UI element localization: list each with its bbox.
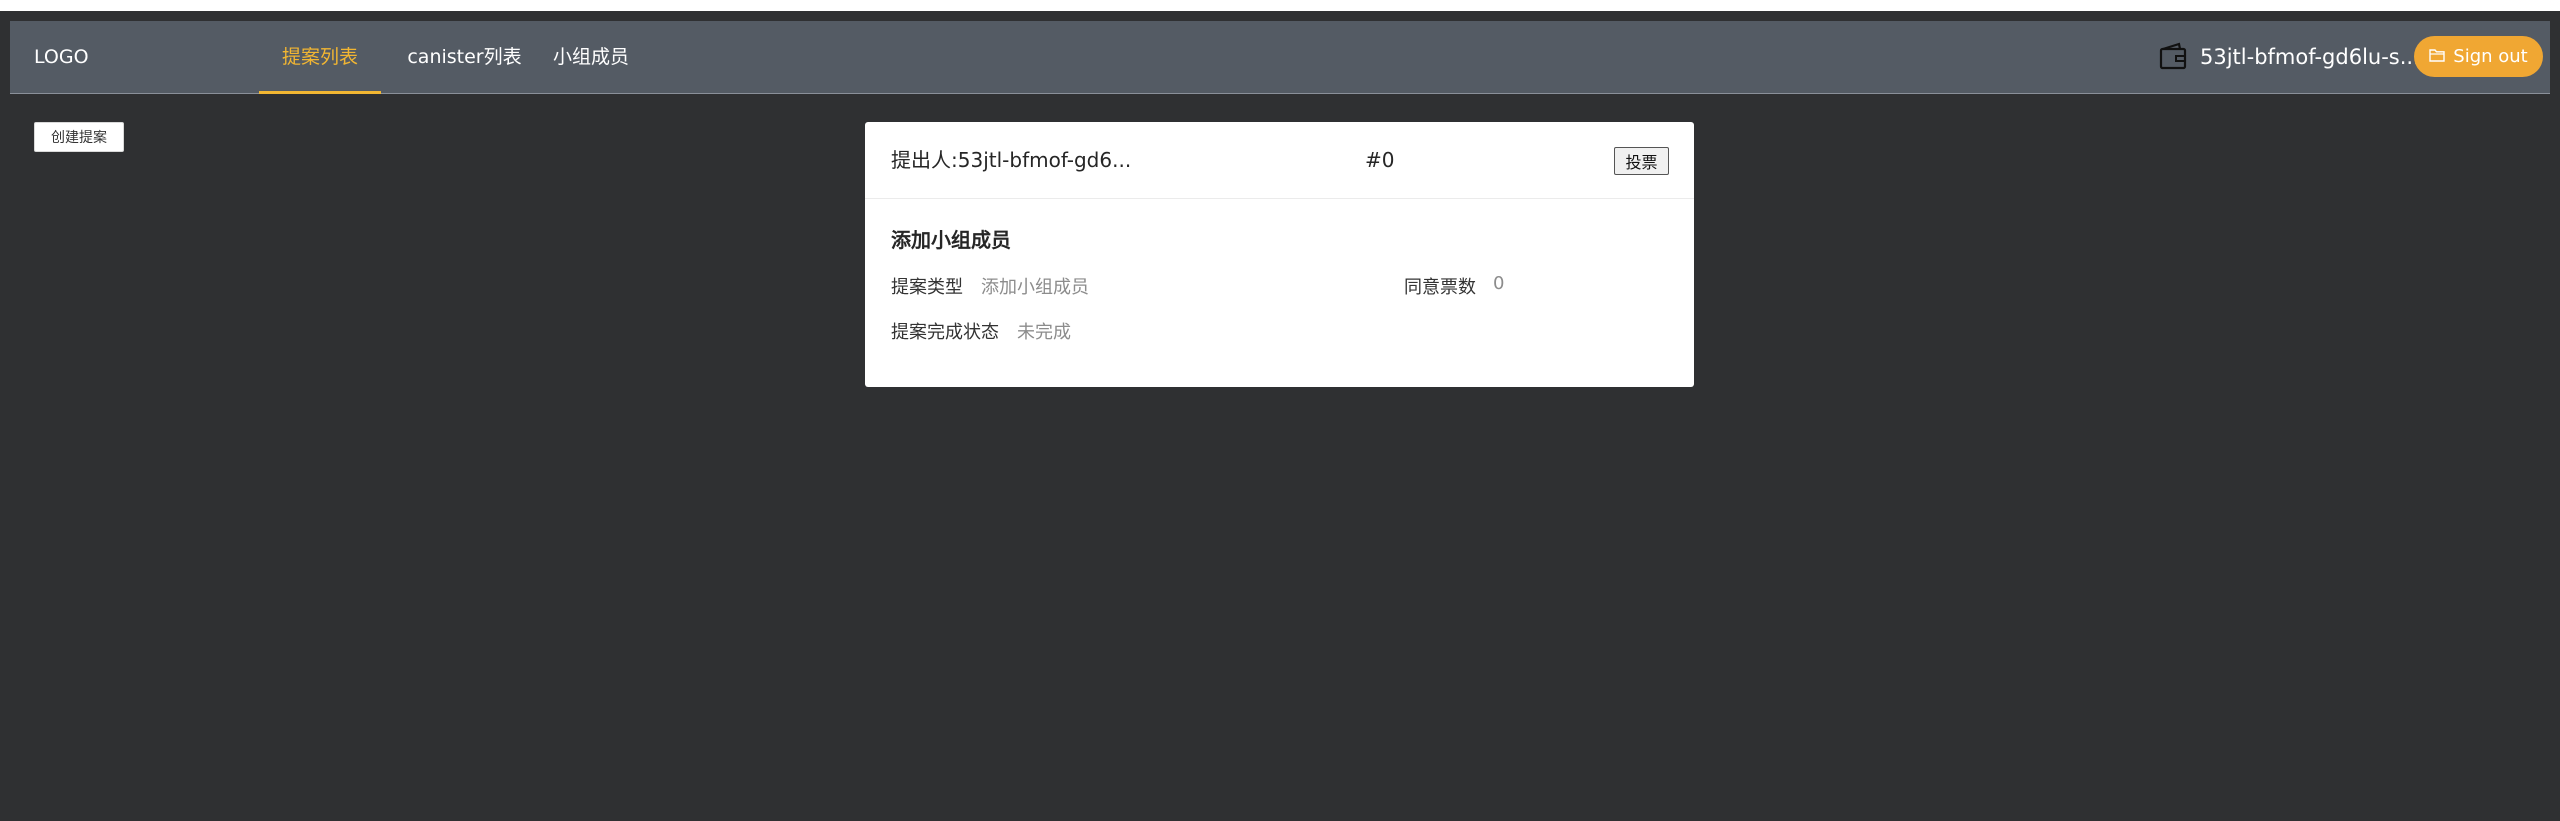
proposer-value: 53jtl-bfmof-gd6...: [957, 148, 1132, 172]
create-proposal-button[interactable]: 创建提案: [34, 122, 124, 152]
vote-button[interactable]: 投票: [1614, 147, 1669, 175]
proposal-card-header: 提出人:53jtl-bfmof-gd6... #0 投票: [865, 122, 1694, 199]
status-value: 未完成: [1017, 322, 1071, 343]
proposal-card: 提出人:53jtl-bfmof-gd6... #0 投票 添加小组成员 提案类型…: [865, 122, 1694, 387]
sign-out-label: Sign out: [2453, 46, 2528, 67]
tab-group-members[interactable]: 小组成员: [543, 21, 639, 93]
proposal-title: 添加小组成员: [891, 228, 1011, 252]
proposer-label: 提出人:: [891, 148, 958, 172]
top-strip-gap: [0, 11, 2560, 21]
wallet-address: 53jtl-bfmof-gd6lu-s...: [2200, 45, 2420, 69]
proposer: 提出人:53jtl-bfmof-gd6...: [891, 122, 1131, 199]
tab-proposal-list[interactable]: 提案列表: [259, 21, 381, 94]
folder-icon: [2429, 46, 2453, 67]
wallet-account[interactable]: 53jtl-bfmof-gd6lu-s...: [2158, 35, 2420, 79]
proposal-id: #0: [1365, 148, 1395, 172]
wallet-icon: [2158, 42, 2188, 72]
tab-canister-list[interactable]: canister列表: [400, 21, 529, 93]
status-label: 提案完成状态: [891, 322, 999, 343]
top-strip: [0, 0, 2560, 11]
proposal-type-value: 添加小组成员: [981, 277, 1089, 298]
logo: LOGO: [34, 46, 89, 68]
agree-votes-value: 0: [1493, 273, 1505, 294]
proposal-type-label: 提案类型: [891, 277, 963, 298]
sign-out-button[interactable]: Sign out: [2414, 36, 2543, 77]
navbar: LOGO 提案列表 canister列表 小组成员 53jtl-bfmof-gd…: [10, 21, 2550, 94]
agree-votes-label: 同意票数: [1404, 277, 1476, 298]
